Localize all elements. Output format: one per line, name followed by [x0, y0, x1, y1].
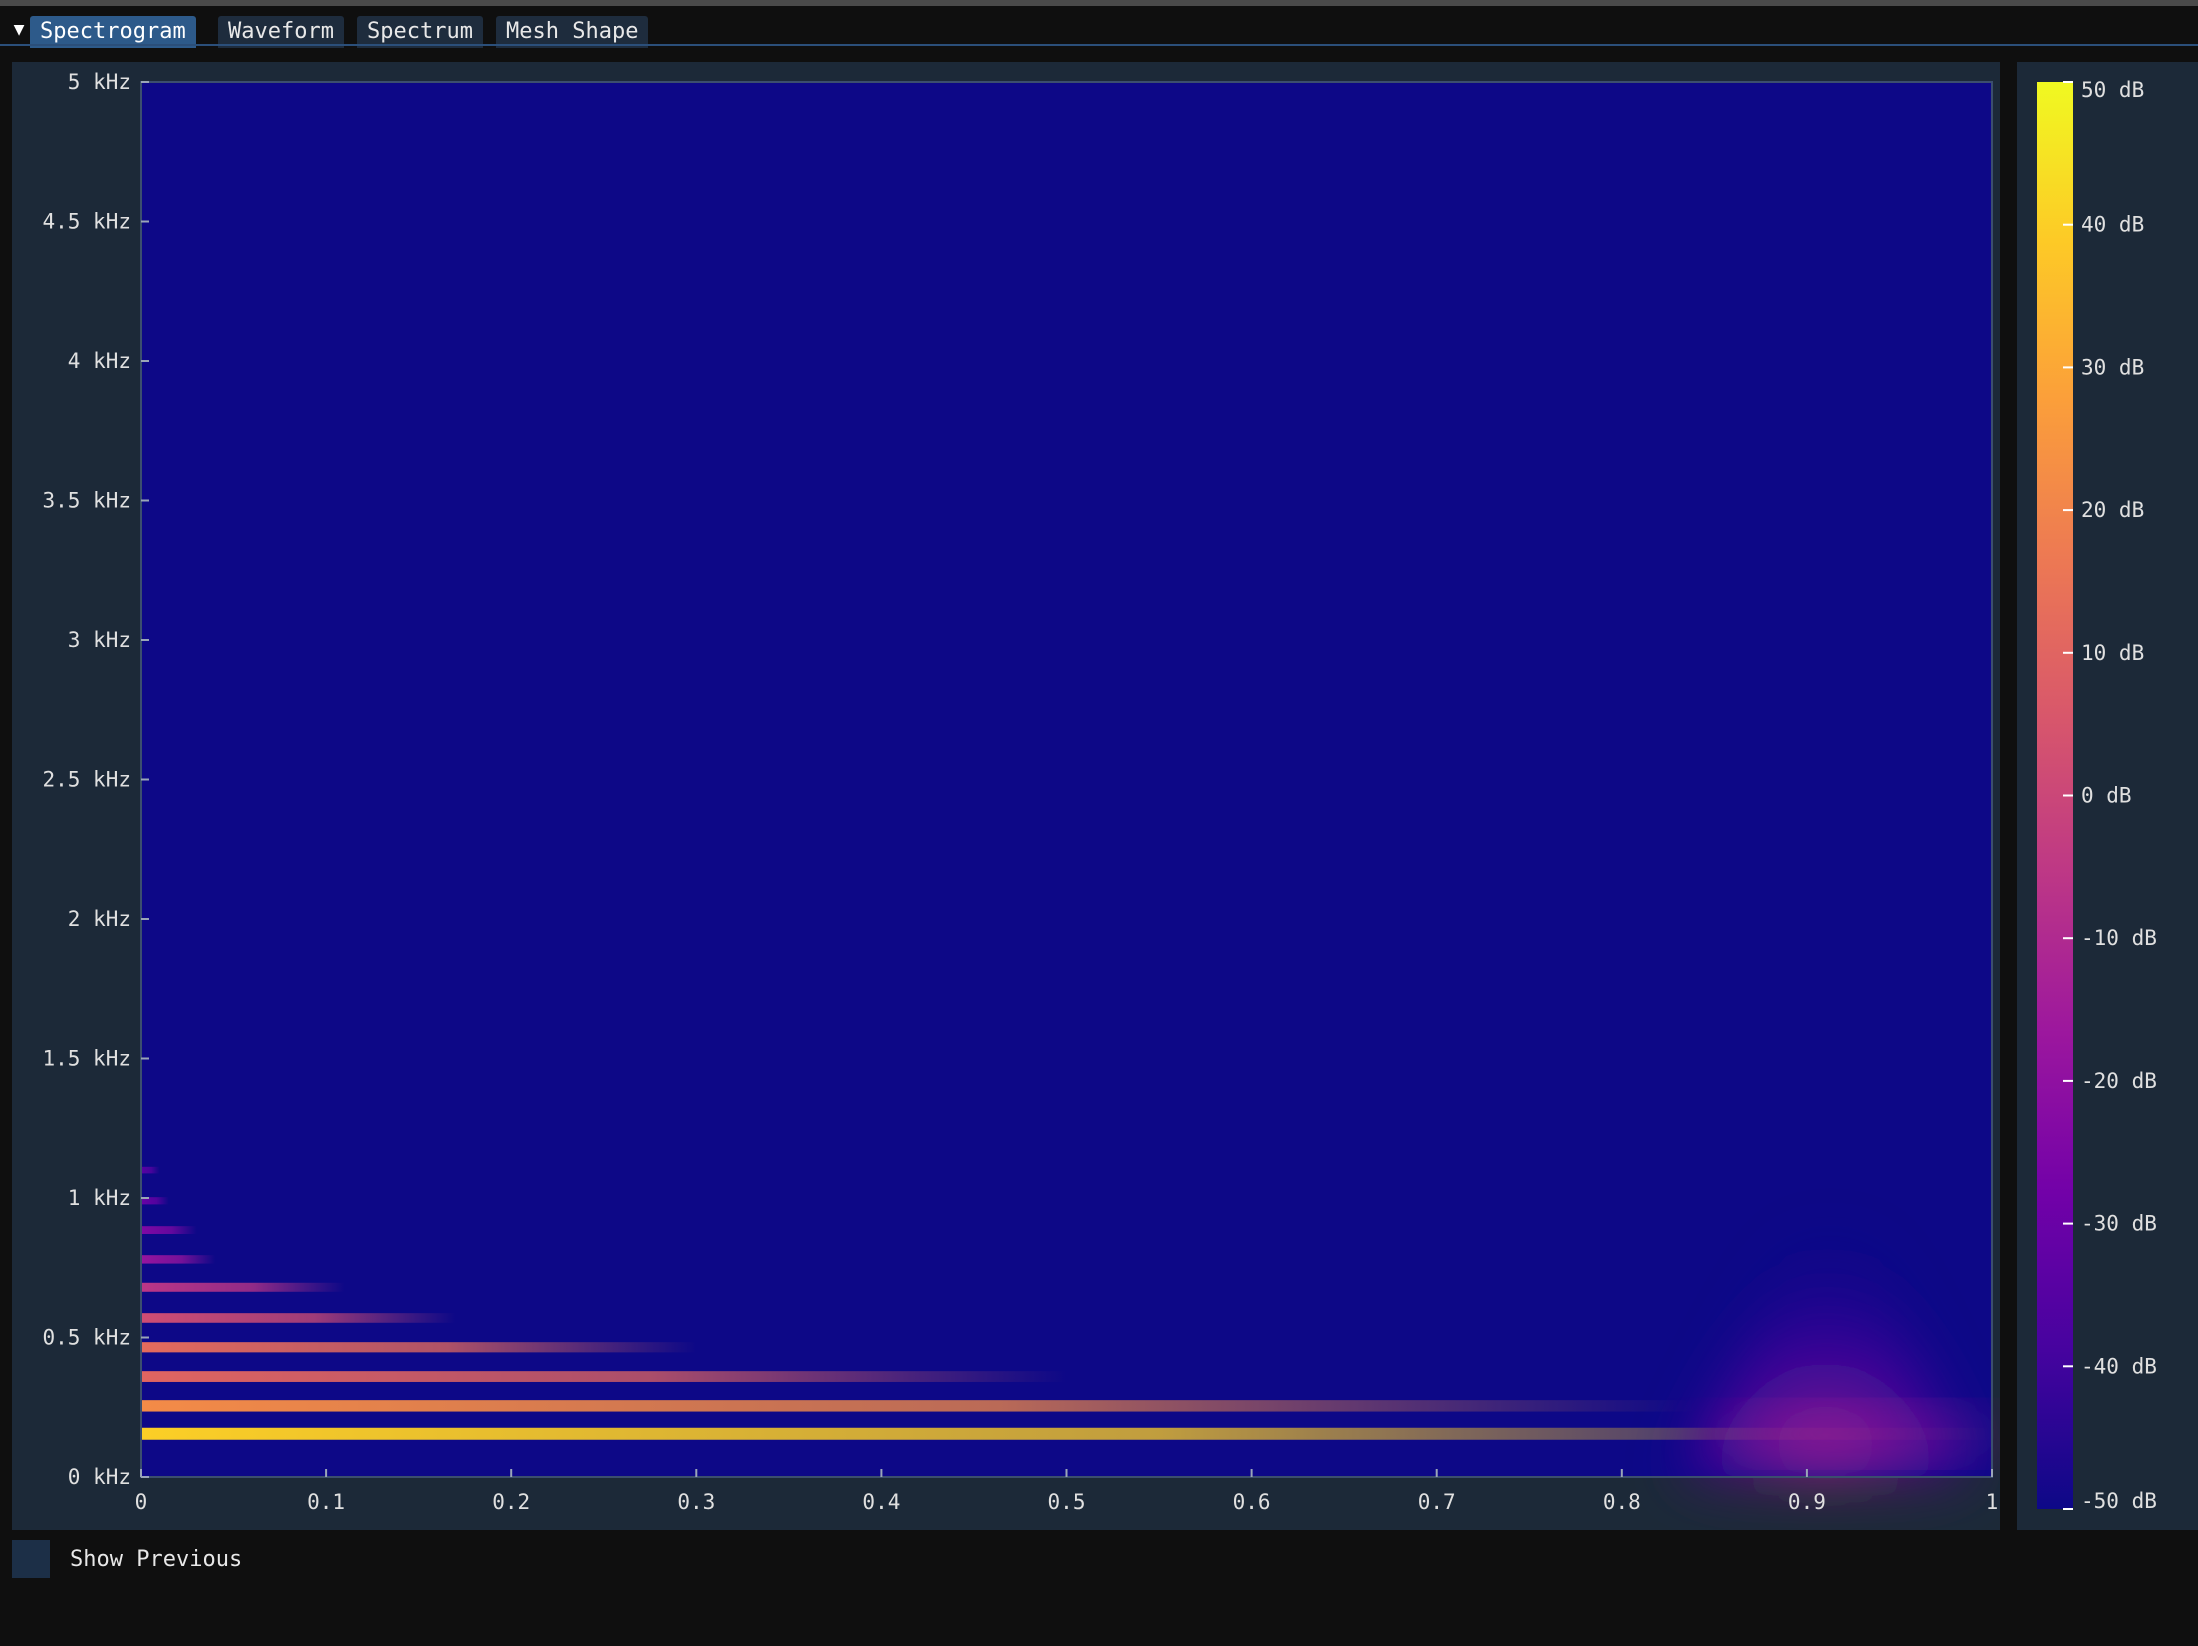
- colorbar-tick-label: -20 dB: [2081, 1069, 2157, 1093]
- y-tick-label: 0.5 kHz: [42, 1326, 131, 1350]
- spectrogram-chart[interactable]: 0 kHz 0.5 kHz 1 kHz 1.5 kHz 2 kHz 2.5 kHz 3 kH…: [12, 62, 2000, 1530]
- show-previous-label: Show Previous: [70, 1546, 243, 1572]
- x-tick-label: 0.8: [1603, 1490, 1641, 1514]
- spectrogram-plot[interactable]: 0 kHz 0.5 kHz 1 kHz 1.5 kHz 2 kHz 2.5 kHz 3 kH…: [12, 62, 2000, 1530]
- y-tick-label: 3 kHz: [68, 628, 131, 652]
- y-tick-label: 4 kHz: [68, 349, 131, 373]
- show-previous-checkbox[interactable]: [12, 1540, 50, 1578]
- colorbar-tick-label: 50 dB: [2081, 78, 2144, 102]
- y-tick-label: 2 kHz: [68, 907, 131, 931]
- y-tick-label: 1 kHz: [68, 1186, 131, 1210]
- transient-hotspot: [1706, 1415, 2000, 1452]
- colorbar-panel: 50 dB 40 dB 30 dB 20 dB 10 dB 0 dB -10 dB -20 d…: [2017, 62, 2198, 1530]
- tab-bar-underline: [0, 44, 2198, 46]
- tab-bar: ▼ Spectrogram Waveform Spectrum Mesh Sha…: [0, 6, 2198, 48]
- x-tick-label: 1: [1986, 1490, 1999, 1514]
- x-tick-label: 0.2: [492, 1490, 530, 1514]
- plot-background: [141, 82, 1992, 1477]
- harmonic-band: [141, 1342, 697, 1353]
- show-previous-toggle[interactable]: Show Previous: [12, 1540, 242, 1578]
- colorbar-tick-label: -50 dB: [2081, 1489, 2157, 1513]
- y-tick-label: 3.5 kHz: [42, 489, 131, 513]
- y-tick-label: 5 kHz: [68, 70, 131, 94]
- colorbar-tick-label: 20 dB: [2081, 498, 2144, 522]
- colorbar-tick-label: -40 dB: [2081, 1354, 2157, 1378]
- x-tick-label: 0.3: [677, 1490, 715, 1514]
- colorbar: 50 dB 40 dB 30 dB 20 dB 10 dB 0 dB -10 dB -20 d…: [2037, 78, 2157, 1513]
- colorbar-tick-label: -10 dB: [2081, 926, 2157, 950]
- x-tick-label: 0.9: [1788, 1490, 1826, 1514]
- x-tick-label: 0.6: [1233, 1490, 1271, 1514]
- harmonic-band: [141, 1226, 197, 1234]
- y-tick-label: 4.5 kHz: [42, 210, 131, 234]
- harmonic-band: [141, 1371, 1067, 1382]
- colorbar-tick-label: 0 dB: [2081, 784, 2132, 808]
- x-tick-label: 0.5: [1048, 1490, 1086, 1514]
- colorbar-tick-label: 10 dB: [2081, 641, 2144, 665]
- harmonic-band: [141, 1313, 456, 1323]
- colorbar-tick-label: 40 dB: [2081, 213, 2144, 237]
- harmonic-band: [141, 1400, 1696, 1412]
- x-tick-label: 0.4: [862, 1490, 900, 1514]
- x-tick-label: 0: [135, 1490, 148, 1514]
- harmonic-band: [141, 1255, 216, 1264]
- colorbar-tick-label: 30 dB: [2081, 355, 2144, 379]
- triangle-down-icon[interactable]: ▼: [6, 16, 32, 42]
- y-tick-label: 0 kHz: [68, 1465, 131, 1489]
- colorbar-tick-label: -30 dB: [2081, 1212, 2157, 1236]
- y-tick-label: 1.5 kHz: [42, 1047, 131, 1071]
- y-tick-label: 2.5 kHz: [42, 768, 131, 792]
- x-tick-label: 0.7: [1418, 1490, 1456, 1514]
- harmonic-band: [141, 1282, 345, 1292]
- x-tick-label: 0.1: [307, 1490, 345, 1514]
- harmonic-band: [141, 1166, 160, 1174]
